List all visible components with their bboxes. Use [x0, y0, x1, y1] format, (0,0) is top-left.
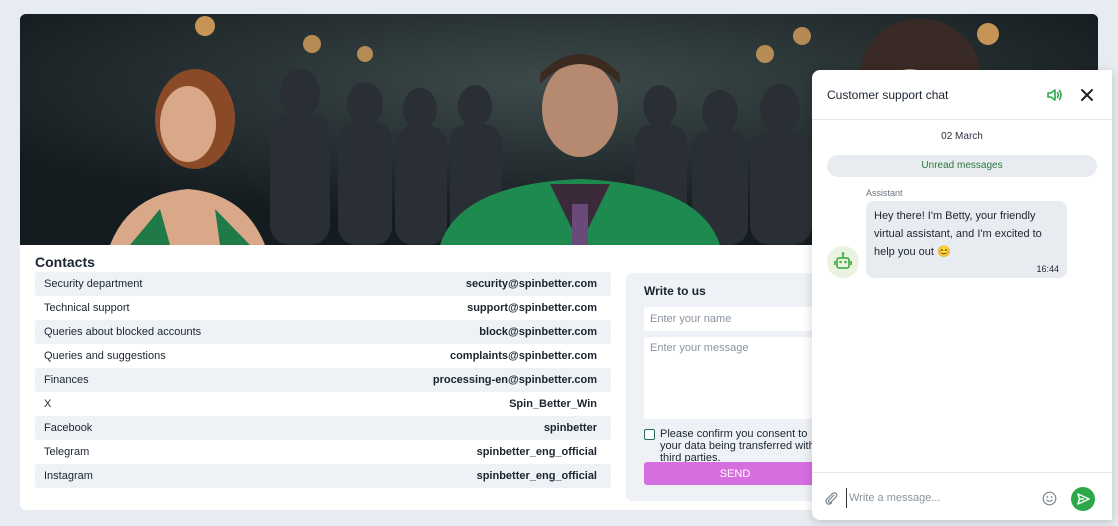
- contact-label: Facebook: [44, 422, 93, 434]
- contact-label: Queries and suggestions: [44, 350, 166, 362]
- contact-value[interactable]: complaints@spinbetter.com: [450, 350, 597, 362]
- write-to-us-form: Write to us Please confirm you consent t…: [626, 273, 826, 501]
- contact-value[interactable]: processing-en@spinbetter.com: [433, 374, 597, 386]
- contacts-table: Security department security@spinbetter.…: [35, 272, 611, 488]
- contact-label: Instagram: [44, 470, 93, 482]
- message-input[interactable]: [644, 337, 826, 419]
- contact-row: X Spin_Better_Win: [35, 392, 611, 416]
- contact-row: Facebook spinbetter: [35, 416, 611, 440]
- contact-row: Queries about blocked accounts block@spi…: [35, 320, 611, 344]
- name-input[interactable]: [644, 307, 826, 331]
- contact-row: Security department security@spinbetter.…: [35, 272, 611, 296]
- chat-header: Customer support chat: [812, 70, 1112, 120]
- send-message-button[interactable]: [1071, 487, 1095, 511]
- contact-row: Instagram spinbetter_eng_official: [35, 464, 611, 488]
- send-arrow-icon: [1077, 493, 1090, 505]
- contact-label: Queries about blocked accounts: [44, 326, 202, 338]
- contact-row: Queries and suggestions complaints@spinb…: [35, 344, 611, 368]
- sound-icon[interactable]: [1046, 86, 1064, 104]
- paperclip-icon[interactable]: [824, 491, 838, 505]
- support-chat-panel: Customer support chat 02 March Unread me…: [812, 70, 1112, 520]
- contact-label: Technical support: [44, 302, 130, 314]
- close-icon[interactable]: [1078, 86, 1096, 104]
- contact-row: Technical support support@spinbetter.com: [35, 296, 611, 320]
- contact-label: Finances: [44, 374, 89, 386]
- contact-value[interactable]: block@spinbetter.com: [479, 326, 597, 338]
- contact-label: Security department: [44, 278, 143, 290]
- consent-label: Please confirm you consent to your data …: [660, 428, 815, 464]
- write-to-us-title: Write to us: [644, 284, 706, 298]
- assistant-message-bubble: Hey there! I'm Betty, your friendly virt…: [866, 201, 1067, 278]
- chat-date: 02 March: [941, 131, 983, 142]
- contacts-title: Contacts: [35, 254, 95, 270]
- emoji-icon[interactable]: [1042, 491, 1057, 506]
- message-sender: Assistant: [866, 188, 903, 198]
- chat-input-bar: [812, 472, 1112, 520]
- contact-label: X: [44, 398, 52, 410]
- contact-value[interactable]: support@spinbetter.com: [467, 302, 597, 314]
- contact-label: Telegram: [44, 446, 90, 458]
- contact-value[interactable]: spinbetter: [544, 422, 597, 434]
- contact-value[interactable]: security@spinbetter.com: [466, 278, 597, 290]
- contact-value[interactable]: spinbetter_eng_official: [477, 446, 597, 458]
- unread-messages-divider: Unread messages: [827, 155, 1097, 177]
- consent-checkbox[interactable]: [644, 429, 655, 440]
- contact-row: Finances processing-en@spinbetter.com: [35, 368, 611, 392]
- robot-icon: [834, 252, 852, 269]
- chat-title: Customer support chat: [827, 88, 949, 102]
- contact-row: Telegram spinbetter_eng_official: [35, 440, 611, 464]
- contact-value[interactable]: spinbetter_eng_official: [477, 470, 597, 482]
- bot-avatar: [827, 246, 859, 278]
- chat-message-input[interactable]: [846, 488, 1036, 508]
- message-time: 16:44: [1036, 264, 1059, 274]
- send-button[interactable]: SEND: [644, 462, 826, 485]
- contact-value[interactable]: Spin_Better_Win: [509, 398, 597, 410]
- message-text: Hey there! I'm Betty, your friendly virt…: [874, 210, 1042, 258]
